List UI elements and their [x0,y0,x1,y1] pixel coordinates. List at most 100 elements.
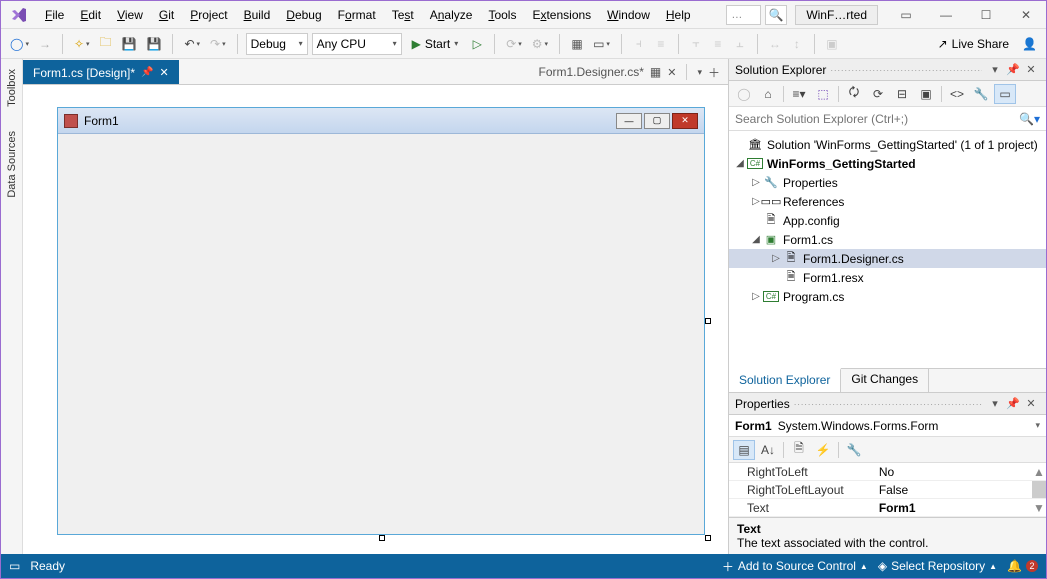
panel-menu-icon[interactable]: ▾ [986,396,1004,412]
hspacing-button[interactable]: ↔ [766,33,784,55]
panel-menu-icon[interactable]: ▾ [986,62,1004,78]
undo-button[interactable]: ↶ [181,33,203,55]
se-home-icon[interactable]: ⌂ [757,84,779,104]
tab-solution-explorer[interactable]: Solution Explorer [729,368,841,392]
step-button[interactable]: ⟳ [503,33,525,55]
layout-button[interactable]: ▭ [590,33,613,55]
solution-name-box[interactable]: WinF…rted [795,5,878,25]
se-switch-views-icon[interactable]: ≡▾ [788,84,810,104]
bring-front-button[interactable]: ▣ [823,33,841,55]
menu-view[interactable]: View [109,4,151,26]
add-source-control-button[interactable]: ＋Add to Source Control▲ [722,558,868,575]
tree-program-cs[interactable]: ▷C#Program.cs [729,287,1046,306]
process-button[interactable]: ⚙ [529,33,551,55]
tab-close-icon[interactable]: ✕ [667,66,676,79]
menu-build[interactable]: Build [236,4,279,26]
menu-extensions[interactable]: Extensions [524,4,599,26]
window-control-bar-icon[interactable]: ▭ [886,2,926,28]
menu-git[interactable]: Git [151,4,182,26]
feedback-icon[interactable]: 👤 [1019,33,1040,55]
output-icon[interactable]: ▭ [9,559,20,573]
start-debug-button[interactable]: ▶Start▾ [406,33,465,55]
pin-icon[interactable]: 📌 [141,67,153,78]
menu-analyze[interactable]: Analyze [422,4,481,26]
prop-pages-icon[interactable]: 🔧 [843,440,865,460]
tree-solution[interactable]: 🏛Solution 'WinForms_GettingStarted' (1 o… [729,135,1046,154]
search-icon[interactable]: 🔍 [765,5,787,25]
se-back-icon[interactable]: ◯ [733,84,755,104]
properties-grid[interactable]: RightToLeftNo▲ RightToLeftLayoutFalse Te… [729,463,1046,517]
se-collapse-icon[interactable]: ⊟ [891,84,913,104]
form-maximize-icon[interactable]: ▢ [644,113,670,129]
tree-project[interactable]: ◢C#WinForms_GettingStarted [729,154,1046,173]
se-sync-icon[interactable]: 🗘 [843,84,865,104]
se-refresh-icon[interactable]: ⟳ [867,84,889,104]
prop-events-icon[interactable]: ⚡ [812,440,834,460]
save-button[interactable]: 💾 [119,33,140,55]
start-without-debug-button[interactable]: ▷ [468,33,486,55]
tree-appconfig[interactable]: 🗎App.config [729,211,1046,230]
quick-launch-input[interactable]: … [726,5,761,25]
solution-tree[interactable]: 🏛Solution 'WinForms_GettingStarted' (1 o… [729,131,1046,368]
se-show-all-icon[interactable]: ▣ [915,84,937,104]
prop-row[interactable]: TextForm1▼ [729,499,1046,517]
redo-button[interactable]: ↷ [207,33,229,55]
align-grid-button[interactable]: ▦ [568,33,586,55]
tab-git-changes[interactable]: Git Changes [841,369,929,392]
resize-handle-right[interactable] [705,318,711,324]
minimize-icon[interactable]: — [926,2,966,28]
tree-form1cs[interactable]: ◢▣Form1.cs [729,230,1046,249]
select-repository-button[interactable]: ◈Select Repository▲ [878,559,997,573]
close-icon[interactable]: ✕ [1006,2,1046,28]
form-minimize-icon[interactable]: — [616,113,642,129]
config-combo[interactable]: Debug [246,33,308,55]
align-bottom-button[interactable]: ⫠ [731,33,749,55]
prop-row[interactable]: RightToLeftNo▲ [729,463,1046,481]
resize-handle-bottom[interactable] [379,535,385,541]
menu-window[interactable]: Window [599,4,658,26]
menu-edit[interactable]: Edit [72,4,109,26]
se-search-input[interactable] [735,112,1019,126]
menu-debug[interactable]: Debug [278,4,329,26]
menu-format[interactable]: Format [330,4,384,26]
notifications-button[interactable]: 🔔2 [1007,559,1038,573]
align-center-button[interactable]: ≡ [652,33,670,55]
toolbox-tab[interactable]: Toolbox [4,65,20,111]
live-share-button[interactable]: ↗Live Share [932,37,1015,51]
data-sources-tab[interactable]: Data Sources [4,127,20,202]
tab-form1-design[interactable]: Form1.cs [Design]* 📌 ✕ [23,60,179,84]
se-code-icon[interactable]: <> [946,84,968,104]
form-designer-surface[interactable]: Form1 — ▢ ✕ [23,85,728,554]
panel-close-icon[interactable]: ✕ [1022,62,1040,78]
vspacing-button[interactable]: ↕ [788,33,806,55]
platform-combo[interactable]: Any CPU [312,33,402,55]
open-button[interactable]: 🗀 [97,33,115,55]
prop-props-icon[interactable]: 🗎 [788,440,810,460]
se-search-icon[interactable]: 🔍▾ [1019,112,1040,126]
align-left-button[interactable]: ⫞ [630,33,648,55]
se-preview-icon[interactable]: ▭ [994,84,1016,104]
panel-close-icon[interactable]: ✕ [1022,396,1040,412]
panel-pin-icon[interactable]: 📌 [1004,62,1022,78]
tab-form1-designer-cs[interactable]: Form1.Designer.cs* ▦ ✕ ▾ ＋ [531,60,728,84]
tree-designer-cs[interactable]: ▷🗎Form1.Designer.cs [729,249,1046,268]
se-properties-icon[interactable]: 🔧 [970,84,992,104]
new-item-button[interactable]: ✧ [71,33,93,55]
prop-alpha-icon[interactable]: A↓ [757,440,779,460]
tree-references[interactable]: ▷▭▭References [729,192,1046,211]
align-middle-button[interactable]: ≡ [709,33,727,55]
nav-forward-button[interactable]: → [36,33,54,55]
tab-add-icon[interactable]: ＋ [708,64,720,81]
panel-pin-icon[interactable]: 📌 [1004,396,1022,412]
form-close-icon[interactable]: ✕ [672,113,698,129]
resize-handle-corner[interactable] [705,535,711,541]
maximize-icon[interactable]: ☐ [966,2,1006,28]
menu-help[interactable]: Help [658,4,699,26]
save-all-button[interactable]: 💾 [144,33,165,55]
menu-tools[interactable]: Tools [480,4,524,26]
tree-properties[interactable]: ▷🔧Properties [729,173,1046,192]
align-top-button[interactable]: ⫟ [687,33,705,55]
menu-test[interactable]: Test [384,4,422,26]
menu-project[interactable]: Project [182,4,235,26]
tab-close-icon[interactable]: ✕ [159,66,168,79]
